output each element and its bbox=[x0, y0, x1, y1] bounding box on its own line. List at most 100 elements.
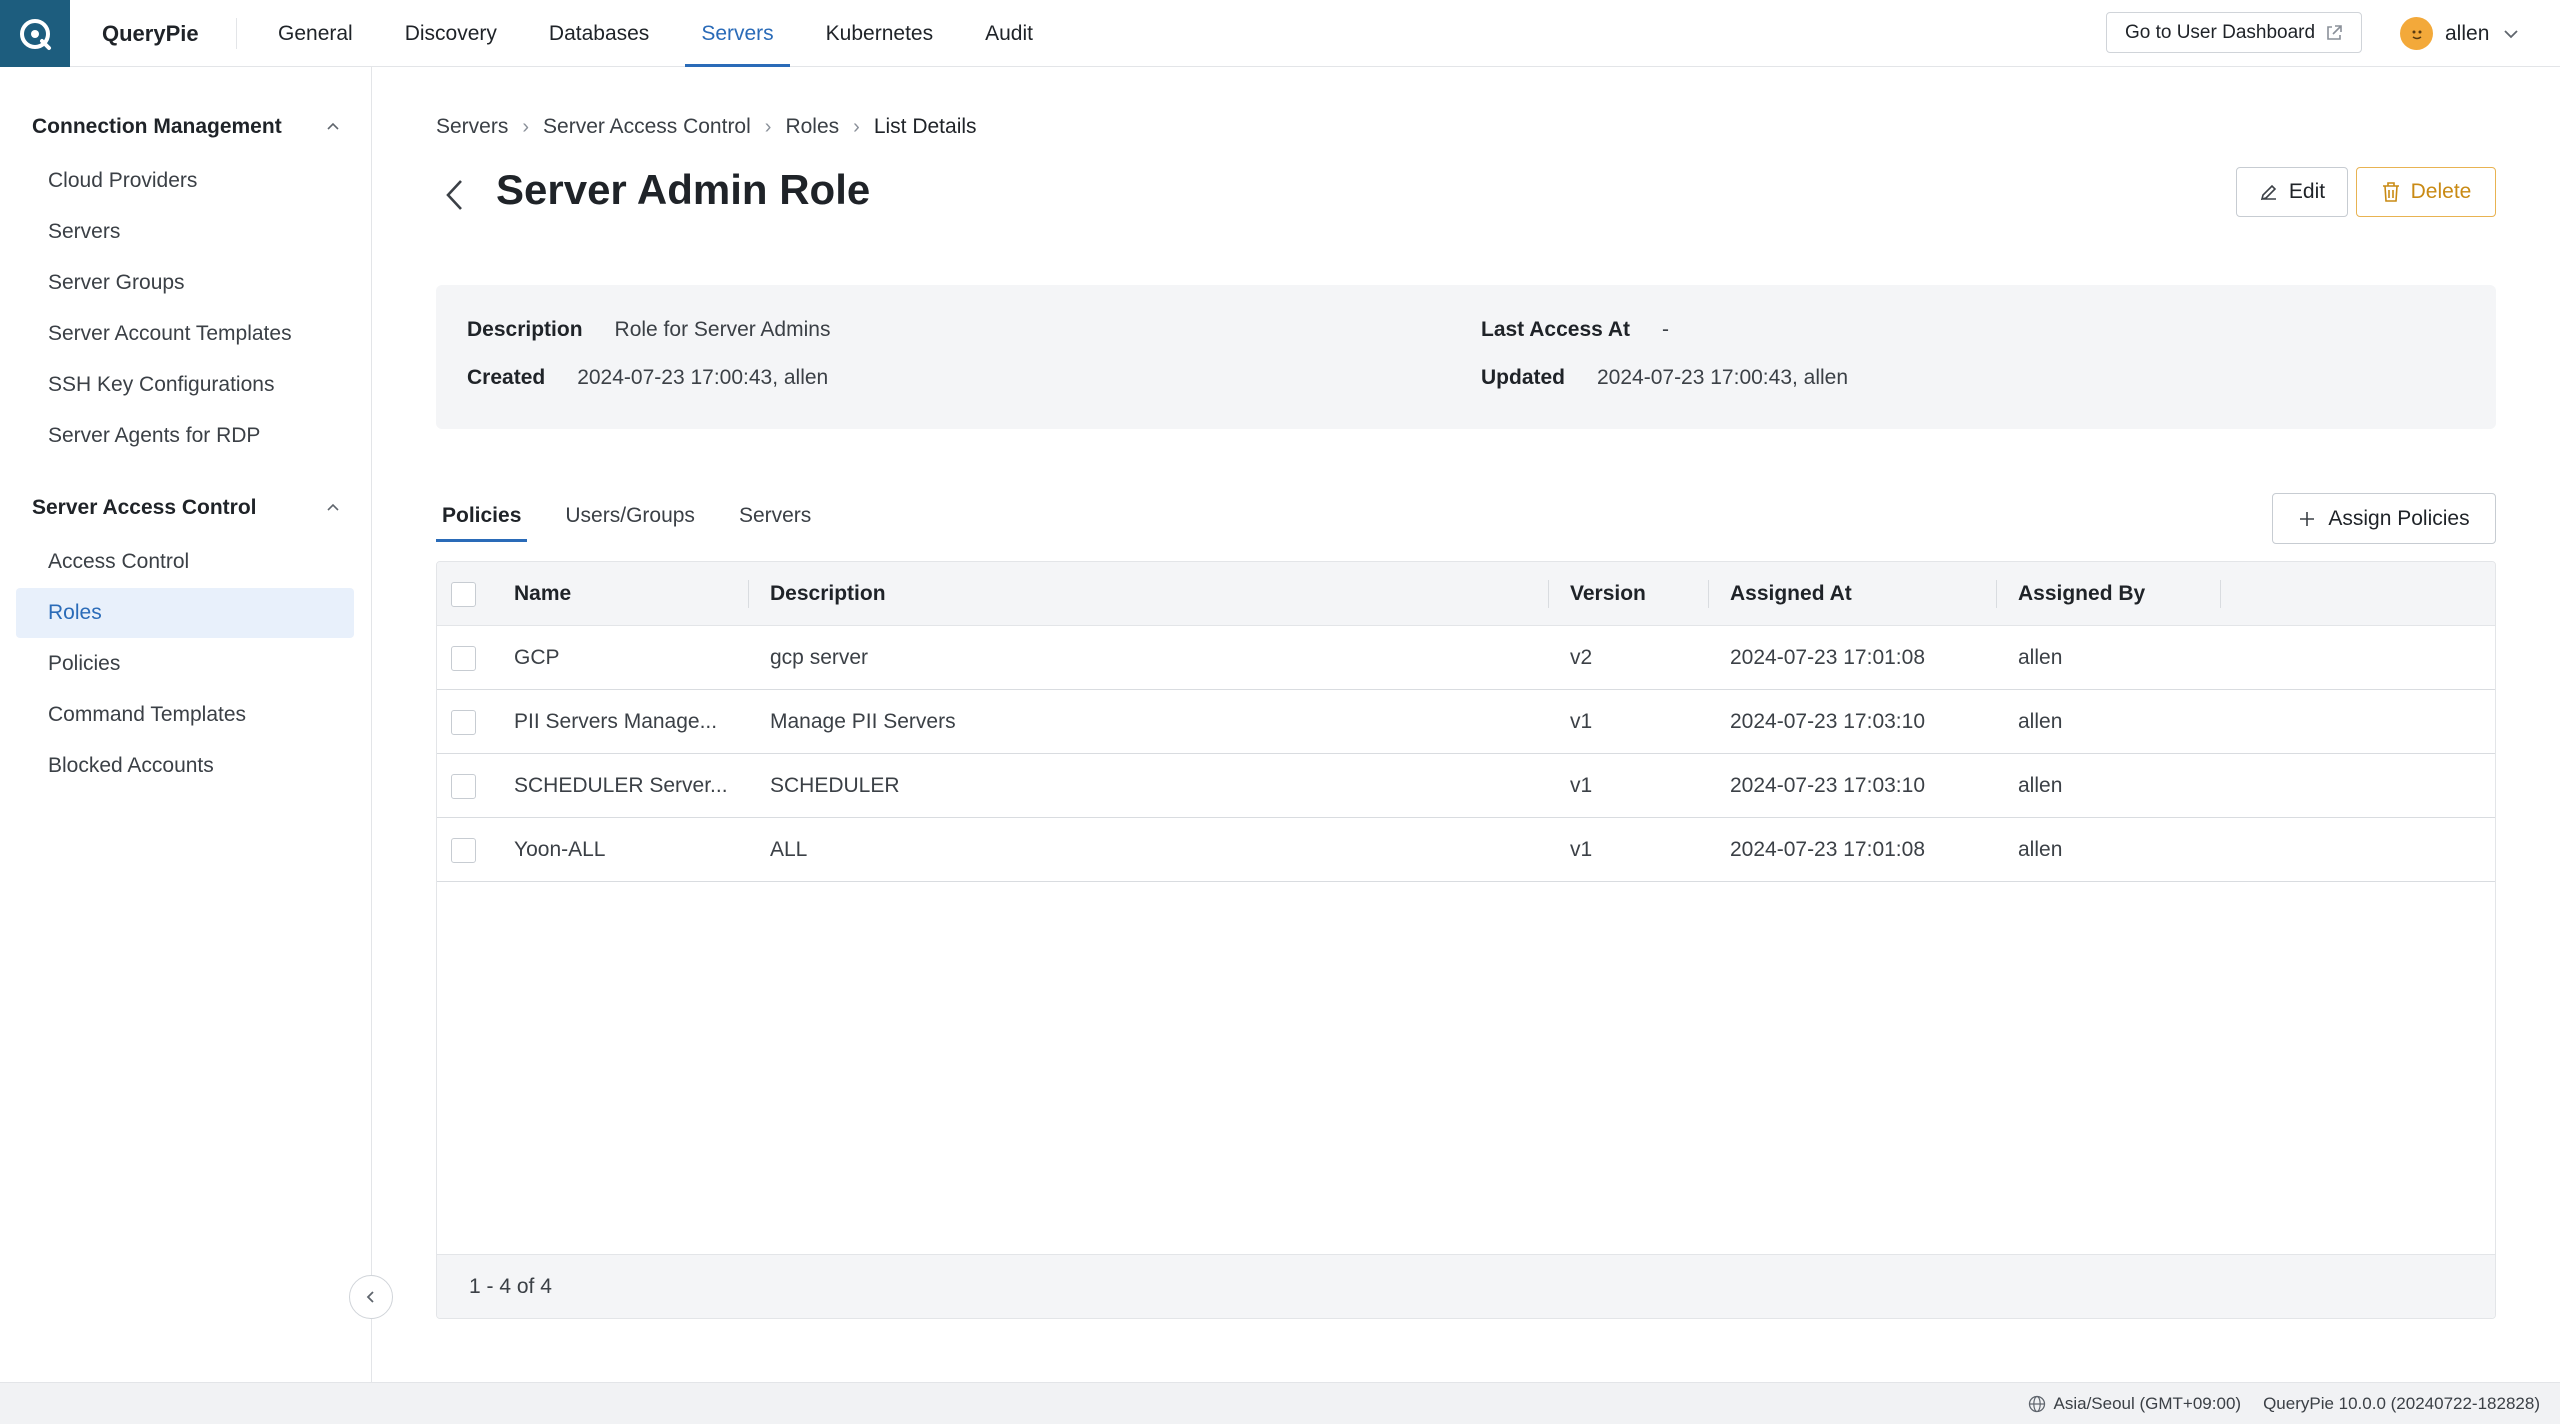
column-divider[interactable] bbox=[1548, 580, 1549, 608]
column-divider[interactable] bbox=[1996, 580, 1997, 608]
timezone-indicator[interactable]: Asia/Seoul (GMT+09:00) bbox=[2028, 1394, 2242, 1414]
back-button[interactable] bbox=[440, 174, 470, 216]
breadcrumb-server-access-control[interactable]: Server Access Control bbox=[543, 115, 751, 139]
table-row[interactable]: Yoon-ALL ALL v1 2024-07-23 17:01:08 alle… bbox=[437, 818, 2495, 882]
breadcrumb-separator-icon: › bbox=[764, 115, 772, 138]
role-details-panel: Description Role for Server Admins Last … bbox=[436, 285, 2496, 429]
assign-policies-label: Assign Policies bbox=[2328, 506, 2470, 530]
column-divider[interactable] bbox=[748, 580, 749, 608]
top-nav-bar: QueryPie General Discovery Databases Ser… bbox=[0, 0, 2560, 67]
cell-assigned-at: 2024-07-23 17:03:10 bbox=[1730, 710, 1925, 733]
created-row: Created 2024-07-23 17:00:43, allen bbox=[467, 366, 828, 390]
status-bar: Asia/Seoul (GMT+09:00) QueryPie 10.0.0 (… bbox=[0, 1382, 2560, 1424]
user-menu[interactable]: allen bbox=[2400, 0, 2521, 67]
user-name: allen bbox=[2445, 21, 2490, 45]
main-nav: General Discovery Databases Servers Kube… bbox=[262, 0, 1069, 67]
logo-icon bbox=[20, 18, 51, 50]
cell-description: ALL bbox=[770, 838, 808, 861]
cell-assigned-at: 2024-07-23 17:03:10 bbox=[1730, 774, 1925, 797]
edit-button[interactable]: Edit bbox=[2236, 167, 2348, 217]
col-header-description[interactable]: Description bbox=[770, 562, 1170, 626]
sidebar-item-server-account-templates[interactable]: Server Account Templates bbox=[16, 309, 354, 359]
policies-table: Name Description Version Assigned At Ass… bbox=[436, 561, 2496, 1319]
cell-version: v2 bbox=[1570, 646, 1593, 669]
table-row[interactable]: PII Servers Manage... Manage PII Servers… bbox=[437, 690, 2495, 754]
table-footer: 1 - 4 of 4 bbox=[437, 1254, 2495, 1318]
cell-name: SCHEDULER Server... bbox=[514, 774, 728, 797]
sidebar-item-command-templates[interactable]: Command Templates bbox=[16, 690, 354, 740]
col-header-name[interactable]: Name bbox=[514, 562, 714, 626]
sidebar-item-ssh-key-configurations[interactable]: SSH Key Configurations bbox=[16, 360, 354, 410]
cell-name: Yoon-ALL bbox=[514, 838, 606, 861]
select-all-checkbox[interactable] bbox=[451, 582, 476, 607]
smiley-icon bbox=[2412, 30, 2421, 39]
row-checkbox[interactable] bbox=[451, 838, 476, 863]
sidebar-item-servers[interactable]: Servers bbox=[16, 207, 354, 257]
page-title: Server Admin Role bbox=[496, 166, 871, 213]
nav-discovery[interactable]: Discovery bbox=[389, 0, 513, 67]
external-link-icon bbox=[2327, 24, 2342, 40]
col-header-assigned-at[interactable]: Assigned At bbox=[1730, 562, 1970, 626]
section-title: Connection Management bbox=[32, 115, 282, 138]
delete-label: Delete bbox=[2410, 180, 2472, 203]
cell-assigned-at: 2024-07-23 17:01:08 bbox=[1730, 838, 1925, 861]
breadcrumb-separator-icon: › bbox=[522, 115, 530, 138]
brand-name: QueryPie bbox=[102, 21, 199, 46]
cell-name: PII Servers Manage... bbox=[514, 710, 718, 733]
description-value: Role for Server Admins bbox=[614, 318, 831, 341]
status-info: Asia/Seoul (GMT+09:00) QueryPie 10.0.0 (… bbox=[2028, 1383, 2540, 1424]
timezone-label: Asia/Seoul (GMT+09:00) bbox=[2053, 1394, 2242, 1413]
nav-databases[interactable]: Databases bbox=[533, 0, 665, 67]
trash-icon bbox=[2382, 182, 2399, 202]
updated-value: 2024-07-23 17:00:43, allen bbox=[1597, 366, 1849, 389]
cell-description: SCHEDULER bbox=[770, 774, 900, 797]
sidebar-item-cloud-providers[interactable]: Cloud Providers bbox=[16, 156, 354, 206]
table-row[interactable]: GCP gcp server v2 2024-07-23 17:01:08 al… bbox=[437, 626, 2495, 690]
assign-policies-button[interactable]: Assign Policies bbox=[2272, 493, 2496, 544]
row-checkbox[interactable] bbox=[451, 646, 476, 671]
nav-general[interactable]: General bbox=[262, 0, 369, 67]
chevron-up-icon bbox=[327, 503, 339, 511]
breadcrumb-roles[interactable]: Roles bbox=[785, 115, 839, 139]
description-label: Description bbox=[467, 318, 583, 341]
column-divider[interactable] bbox=[1708, 580, 1709, 608]
nav-audit[interactable]: Audit bbox=[969, 0, 1049, 67]
cell-assigned-by: allen bbox=[2018, 838, 2063, 861]
nav-divider bbox=[236, 18, 237, 49]
nav-servers[interactable]: Servers bbox=[685, 0, 791, 67]
sidebar-section-connection-management[interactable]: Connection Management bbox=[32, 107, 342, 147]
cell-assigned-by: allen bbox=[2018, 774, 2063, 797]
table-row[interactable]: SCHEDULER Server... SCHEDULER v1 2024-07… bbox=[437, 754, 2495, 818]
chevron-left-icon bbox=[366, 1291, 374, 1303]
column-divider[interactable] bbox=[2220, 580, 2221, 608]
go-to-user-dashboard-button[interactable]: Go to User Dashboard bbox=[2106, 12, 2362, 53]
row-checkbox[interactable] bbox=[451, 710, 476, 735]
row-checkbox[interactable] bbox=[451, 774, 476, 799]
breadcrumb-separator-icon: › bbox=[853, 115, 860, 138]
col-header-version[interactable]: Version bbox=[1570, 562, 1710, 626]
sidebar-section-server-access-control[interactable]: Server Access Control bbox=[32, 488, 342, 528]
sidebar-item-blocked-accounts[interactable]: Blocked Accounts bbox=[16, 741, 354, 791]
tab-policies[interactable]: Policies bbox=[436, 496, 528, 544]
sidebar: Connection Management Cloud Providers Se… bbox=[0, 67, 372, 1382]
tab-users-groups[interactable]: Users/Groups bbox=[559, 496, 701, 544]
sidebar-item-server-agents-for-rdp[interactable]: Server Agents for RDP bbox=[16, 411, 354, 461]
dashboard-button-label: Go to User Dashboard bbox=[2124, 21, 2316, 43]
delete-button[interactable]: Delete bbox=[2356, 167, 2496, 217]
querypie-logo[interactable] bbox=[0, 0, 70, 67]
last-access-label: Last Access At bbox=[1481, 318, 1631, 341]
breadcrumb-servers[interactable]: Servers bbox=[436, 115, 508, 139]
updated-label: Updated bbox=[1481, 366, 1565, 389]
last-access-value: - bbox=[1662, 318, 1670, 341]
sidebar-item-policies[interactable]: Policies bbox=[16, 639, 354, 689]
tab-servers[interactable]: Servers bbox=[733, 496, 817, 544]
collapse-sidebar-button[interactable] bbox=[349, 1275, 393, 1319]
cell-assigned-by: allen bbox=[2018, 710, 2063, 733]
sidebar-item-server-groups[interactable]: Server Groups bbox=[16, 258, 354, 308]
nav-kubernetes[interactable]: Kubernetes bbox=[810, 0, 949, 67]
last-access-row: Last Access At - bbox=[1481, 318, 1669, 342]
col-header-assigned-by[interactable]: Assigned By bbox=[2018, 562, 2218, 626]
sidebar-item-access-control[interactable]: Access Control bbox=[16, 537, 354, 587]
sidebar-item-roles[interactable]: Roles bbox=[16, 588, 354, 638]
pencil-icon bbox=[2260, 184, 2277, 201]
